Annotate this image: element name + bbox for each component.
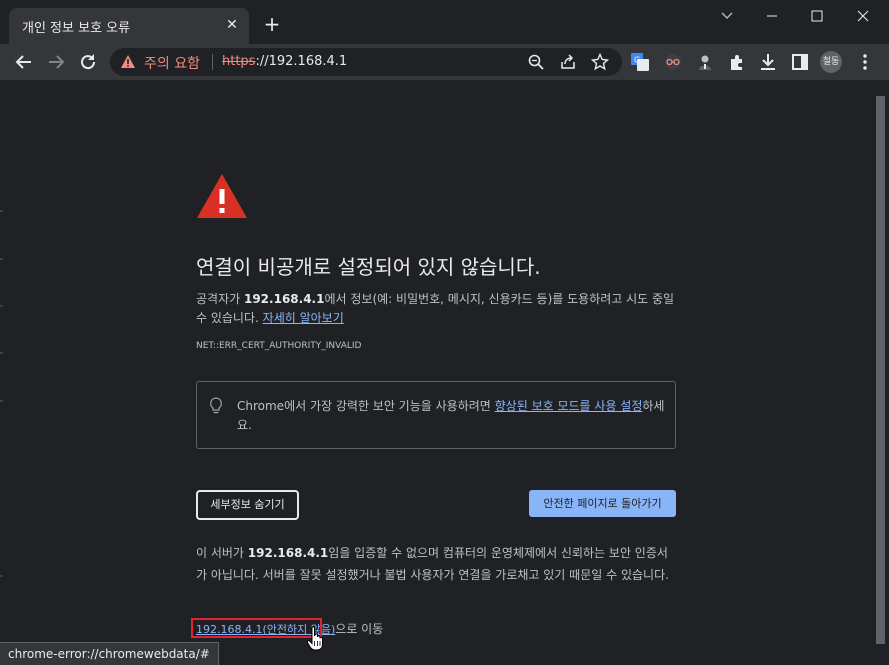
address-bar[interactable]: 주의 요함 https://192.168.4.1: [110, 48, 622, 76]
omnibox-separator: [212, 54, 213, 70]
error-code: NET::ERR_CERT_AUTHORITY_INVALID: [196, 341, 362, 351]
enhanced-protection-tip: Chrome에서 가장 강력한 보안 기능을 사용하려면 향상된 보호 모드를 …: [196, 381, 676, 449]
details-text: 이 서버가 192.168.4.1임을 입증할 수 없으며 컴퓨터의 운영체제에…: [196, 542, 676, 586]
share-icon[interactable]: [559, 53, 577, 71]
title-bar: 개인 정보 보호 오류 ✕ +: [0, 0, 889, 44]
desc-host: 192.168.4.1: [243, 292, 325, 306]
background-window-edge: [0, 305, 3, 307]
download-icon[interactable]: [758, 52, 778, 72]
extension-glasses-icon[interactable]: [663, 52, 683, 72]
extension-agent-icon[interactable]: [695, 52, 715, 72]
details-pre: 이 서버가: [196, 546, 248, 560]
annotation-highlight-box: [191, 618, 322, 638]
background-window-edge: [0, 258, 3, 260]
tip-pre: Chrome에서 가장 강력한 보안 기능을 사용하려면: [237, 399, 495, 413]
warning-icon: [197, 174, 247, 218]
learn-more-link[interactable]: 자세히 알아보기: [263, 311, 344, 325]
back-to-safety-button[interactable]: 안전한 페이지로 돌아가기: [529, 490, 676, 517]
back-icon[interactable]: [12, 50, 36, 74]
url-text[interactable]: https://192.168.4.1: [222, 54, 347, 69]
translate-icon[interactable]: G: [630, 52, 650, 72]
main-message: 공격자가 192.168.4.1에서 정보(예: 비밀번호, 메시지, 신용카드…: [196, 290, 676, 328]
details-host: 192.168.4.1: [247, 546, 329, 560]
maximize-icon[interactable]: [802, 6, 832, 26]
toolbar: 주의 요함 https://192.168.4.1 G 철동: [0, 44, 889, 80]
tab-search-chevron-icon[interactable]: [712, 6, 742, 26]
url-host: ://192.168.4.1: [255, 54, 348, 69]
url-scheme: https: [222, 54, 256, 69]
scrollbar[interactable]: [872, 80, 889, 665]
page-title: 연결이 비공개로 설정되어 있지 않습니다.: [196, 255, 541, 279]
menu-icon[interactable]: [855, 52, 875, 72]
page-content: 연결이 비공개로 설정되어 있지 않습니다. 공격자가 192.168.4.1에…: [0, 80, 872, 665]
warning-icon[interactable]: [120, 54, 136, 69]
forward-icon[interactable]: [44, 50, 68, 74]
bookmark-star-icon[interactable]: [591, 53, 609, 71]
puzzle-icon[interactable]: [727, 52, 747, 72]
new-tab-plus-icon[interactable]: +: [261, 13, 283, 35]
reload-icon[interactable]: [76, 50, 100, 74]
tab-active[interactable]: 개인 정보 보호 오류 ✕: [9, 8, 249, 44]
background-window-edge: [0, 210, 3, 212]
hide-details-button[interactable]: 세부정보 숨기기: [196, 490, 299, 520]
svg-text:G: G: [634, 56, 640, 65]
enhanced-protection-link[interactable]: 향상된 보호 모드를 사용 설정: [495, 399, 643, 413]
security-warning-label[interactable]: 주의 요함: [144, 53, 200, 73]
profile-avatar[interactable]: 철동: [820, 51, 842, 73]
status-bar: chrome-error://chromewebdata/#: [0, 642, 219, 665]
hand-cursor-icon: [306, 626, 323, 651]
side-panel-icon[interactable]: [790, 52, 810, 72]
zoom-icon[interactable]: [527, 53, 545, 71]
proceed-suffix: 으로 이동: [335, 622, 384, 636]
tip-text: Chrome에서 가장 강력한 보안 기능을 사용하려면 향상된 보호 모드를 …: [237, 397, 667, 435]
background-window-edge: [0, 575, 3, 577]
close-window-icon[interactable]: [848, 6, 878, 26]
lightbulb-icon: [210, 397, 222, 414]
tab-close-icon[interactable]: ✕: [223, 16, 241, 34]
minimize-icon[interactable]: [757, 6, 787, 26]
tab-title: 개인 정보 보호 오류: [22, 21, 131, 36]
background-window-edge: [0, 400, 3, 402]
background-window-edge: [0, 352, 3, 354]
desc-pre: 공격자가: [196, 292, 244, 306]
scrollbar-thumb[interactable]: [876, 96, 885, 644]
